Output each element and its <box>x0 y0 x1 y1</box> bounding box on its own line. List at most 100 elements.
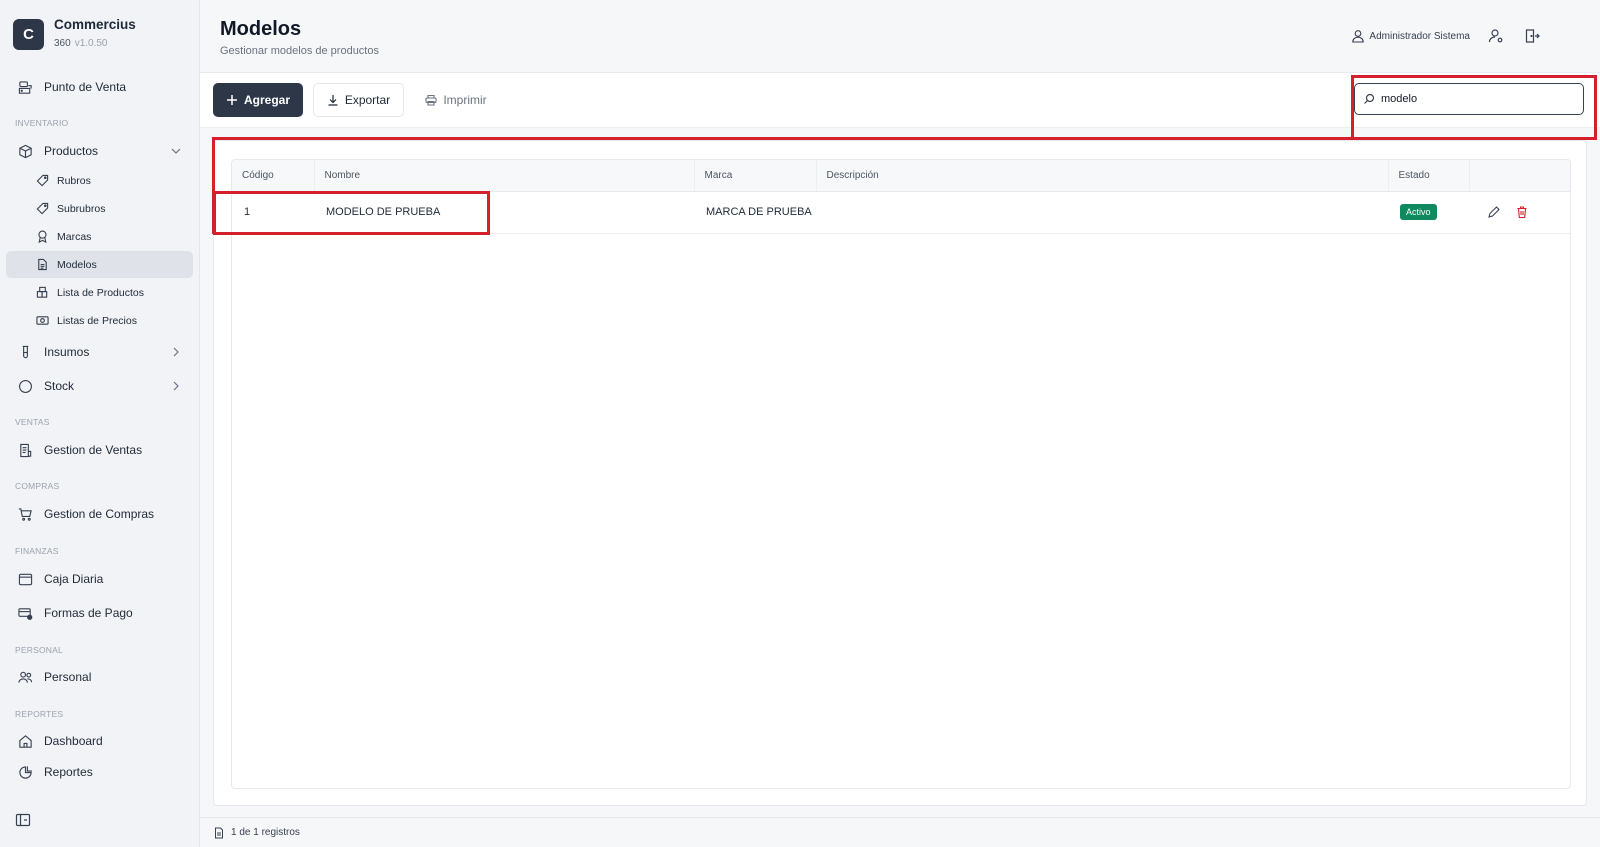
sidebar-item-dashboard[interactable]: Dashboard <box>6 727 193 755</box>
models-table-container: Código Nombre Marca Descripción Estado 1… <box>231 159 1571 789</box>
column-header-estado[interactable]: Estado <box>1388 160 1470 192</box>
column-header-codigo[interactable]: Código <box>232 160 315 192</box>
sidebar-item-modelos[interactable]: Modelos <box>6 251 193 278</box>
table-row[interactable]: 1 MODELO DE PRUEBA MARCA DE PRUEBA Activ… <box>232 191 1570 234</box>
sidebar-item-marcas[interactable]: Marcas <box>6 223 193 250</box>
sidebar-item-listas-de-precios[interactable]: Listas de Precios <box>6 307 193 334</box>
section-label-inventario: INVENTARIO <box>15 118 69 128</box>
sidebar-item-reportes[interactable]: Reportes <box>6 761 193 783</box>
cell-codigo: 1 <box>232 191 314 234</box>
sidebar-item-label: Insumos <box>44 345 90 359</box>
user-menu[interactable]: Administrador Sistema <box>1351 29 1470 43</box>
sidebar-collapse-icon[interactable] <box>15 812 31 828</box>
content-card: Código Nombre Marca Descripción Estado 1… <box>213 140 1587 806</box>
toolbar: Agregar Exportar Imprimir <box>200 73 1600 128</box>
brand-logo: C <box>13 18 44 50</box>
export-button[interactable]: Exportar <box>313 83 404 117</box>
print-button-label: Imprimir <box>443 93 487 107</box>
cell-descripcion <box>816 191 1388 234</box>
award-icon <box>35 230 49 244</box>
sidebar-item-gestion-de-ventas[interactable]: Gestion de Ventas <box>6 436 193 464</box>
cell-nombre: MODELO DE PRUEBA <box>314 191 694 234</box>
section-label-compras: COMPRAS <box>15 481 60 491</box>
user-name: Administrador Sistema <box>1369 30 1470 42</box>
card-settings-icon <box>17 605 33 621</box>
tag-icon <box>35 202 49 216</box>
sidebar-item-stock[interactable]: Stock <box>6 372 193 400</box>
search-icon <box>1364 93 1375 104</box>
cart-icon <box>17 506 33 522</box>
section-label-ventas: VENTAS <box>15 417 50 427</box>
receipt-icon <box>17 442 33 458</box>
column-header-marca[interactable]: Marca <box>694 160 817 192</box>
page-subtitle: Gestionar modelos de productos <box>220 45 379 57</box>
search-box[interactable] <box>1354 83 1584 115</box>
chart-icon <box>17 764 33 780</box>
sidebar: C Commercius 360 v1.0.50 Punto de Venta I… <box>0 0 200 847</box>
sidebar-item-label: Gestion de Ventas <box>44 443 143 457</box>
sidebar-item-label: Lista de Productos <box>57 286 144 299</box>
cell-estado: Activo <box>1388 191 1469 234</box>
cash-icon <box>35 314 49 328</box>
search-input[interactable] <box>1381 93 1571 105</box>
delete-icon[interactable] <box>1515 205 1529 219</box>
sidebar-item-personal[interactable]: Personal <box>6 663 193 691</box>
status-badge: Activo <box>1400 204 1437 220</box>
chevron-right-icon[interactable] <box>169 379 183 393</box>
sidebar-item-productos[interactable]: Productos <box>6 137 193 165</box>
user-icon <box>1352 30 1365 43</box>
sidebar-item-label: Reportes <box>44 765 93 779</box>
sidebar-item-label: Formas de Pago <box>44 606 133 620</box>
sidebar-item-subrubros[interactable]: Subrubros <box>6 195 193 222</box>
download-icon <box>328 95 338 106</box>
wallet-icon <box>17 571 33 587</box>
table-footer: 1 de 1 registros <box>200 817 1600 847</box>
logout-icon[interactable] <box>1524 28 1540 44</box>
sidebar-item-gestion-de-compras[interactable]: Gestion de Compras <box>6 500 193 528</box>
tag-icon <box>35 174 49 188</box>
circle-icon <box>17 378 33 394</box>
sidebar-item-caja-diaria[interactable]: Caja Diaria <box>6 565 193 593</box>
users-icon <box>17 669 33 685</box>
printer-icon <box>425 94 437 106</box>
brand[interactable]: C Commercius 360 v1.0.50 <box>13 17 136 50</box>
sidebar-item-label: Modelos <box>57 258 97 271</box>
sidebar-item-label: Punto de Venta <box>44 80 127 94</box>
column-header-descripcion[interactable]: Descripción <box>816 160 1389 192</box>
page-header: Modelos Gestionar modelos de productos A… <box>200 0 1600 73</box>
brand-sub: 360 <box>54 37 71 49</box>
add-button[interactable]: Agregar <box>213 83 303 117</box>
sidebar-item-lista-de-productos[interactable]: Lista de Productos <box>6 279 193 306</box>
chevron-down-icon[interactable] <box>169 144 183 158</box>
column-header-nombre[interactable]: Nombre <box>314 160 695 192</box>
register-icon <box>17 79 33 95</box>
chevron-right-icon[interactable] <box>169 345 183 359</box>
sidebar-item-rubros[interactable]: Rubros <box>6 167 193 194</box>
cell-actions <box>1469 191 1570 234</box>
file-text-icon <box>35 258 49 272</box>
sidebar-item-label: Rubros <box>57 174 91 187</box>
document-icon <box>215 827 223 838</box>
sidebar-item-punto-de-venta[interactable]: Punto de Venta <box>6 73 193 101</box>
sidebar-item-label: Productos <box>44 144 99 158</box>
edit-icon[interactable] <box>1487 205 1501 219</box>
column-header-actions <box>1469 160 1570 192</box>
print-button[interactable]: Imprimir <box>416 83 496 117</box>
add-button-label: Agregar <box>243 93 290 107</box>
user-settings-icon[interactable] <box>1488 28 1504 44</box>
export-button-label: Exportar <box>344 93 391 107</box>
sidebar-item-label: Caja Diaria <box>44 572 104 586</box>
sidebar-item-label: Listas de Precios <box>57 314 137 327</box>
plus-icon <box>226 95 237 105</box>
home-icon <box>17 733 33 749</box>
sidebar-item-label: Personal <box>44 670 92 684</box>
sidebar-item-label: Marcas <box>57 230 92 243</box>
sidebar-item-label: Gestion de Compras <box>44 507 155 521</box>
section-label-reportes: REPORTES <box>15 709 64 719</box>
sidebar-item-formas-de-pago[interactable]: Formas de Pago <box>6 599 193 627</box>
table-header-row: Código Nombre Marca Descripción Estado <box>232 160 1570 192</box>
sidebar-item-label: Stock <box>44 379 75 393</box>
flask-icon <box>17 344 33 360</box>
records-count: 1 de 1 registros <box>231 827 300 838</box>
sidebar-item-insumos[interactable]: Insumos <box>6 338 193 366</box>
